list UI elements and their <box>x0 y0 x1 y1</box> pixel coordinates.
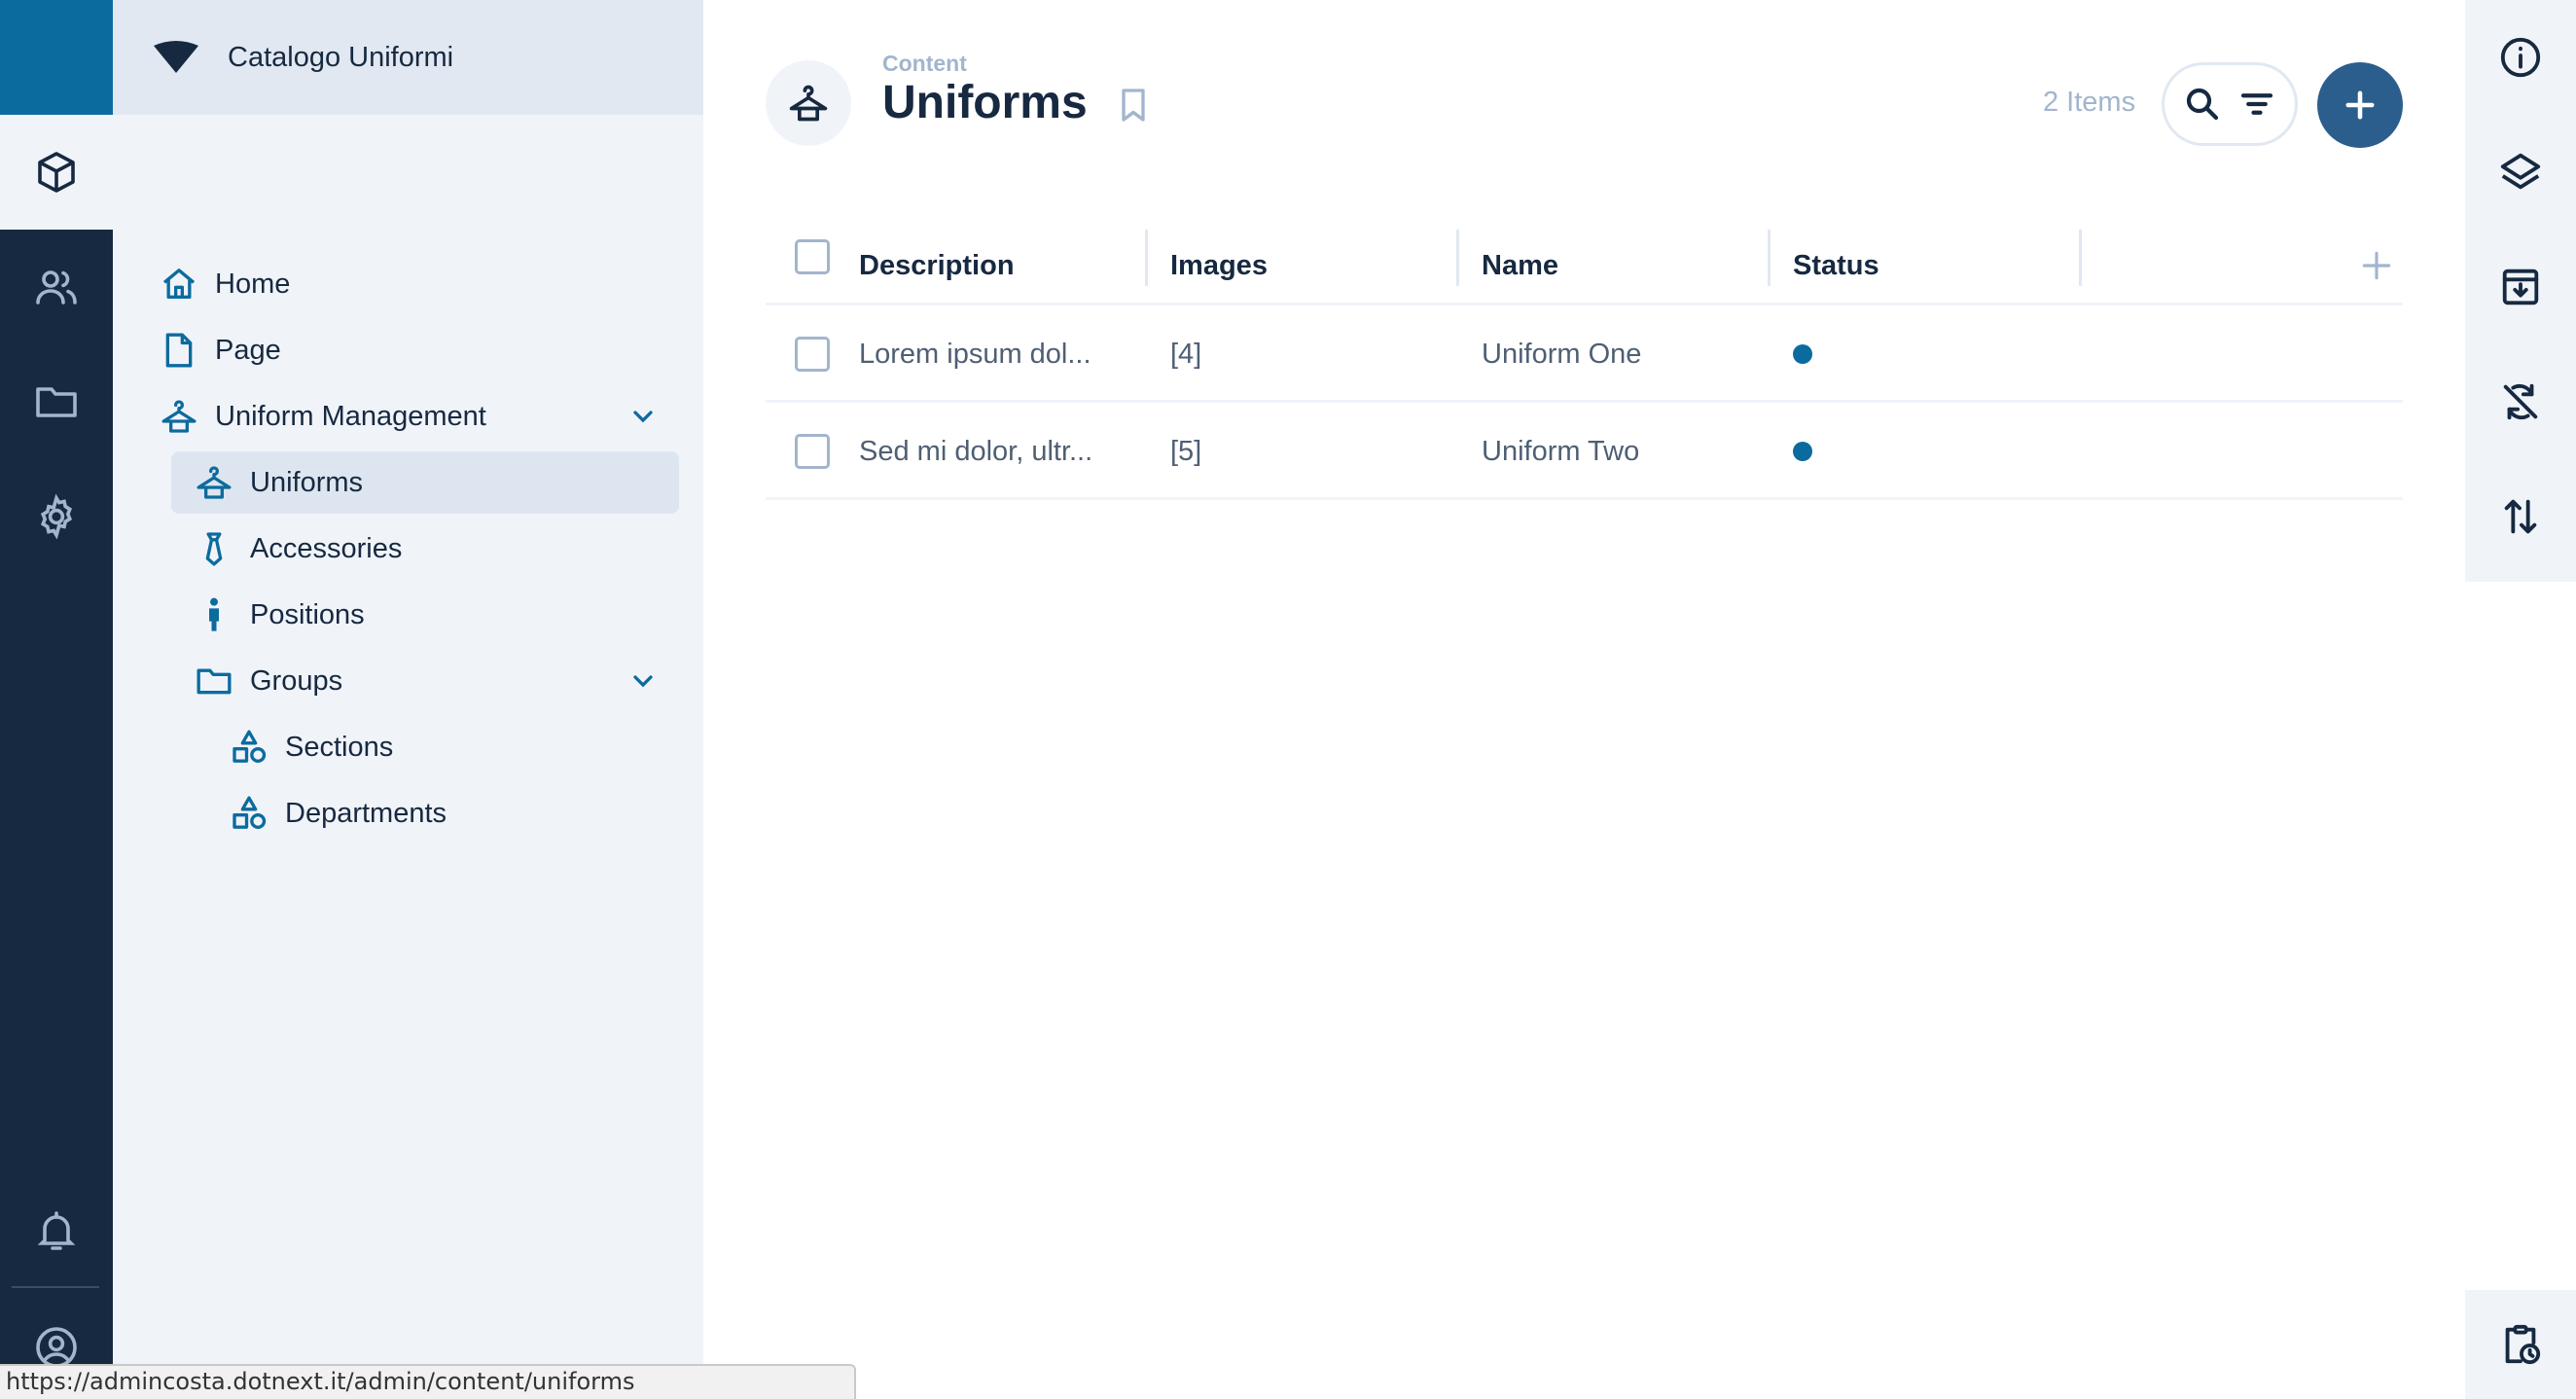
module-users-button[interactable] <box>0 230 113 344</box>
status-dot <box>1793 344 1812 364</box>
sidebar-bottom <box>2465 1290 2576 1399</box>
person-icon <box>209 597 219 631</box>
hanger-icon <box>197 466 232 499</box>
nav-item-uniform-management[interactable]: Uniform Management <box>158 385 688 448</box>
nav-item-label: Home <box>215 268 291 300</box>
folder-icon <box>197 668 232 695</box>
filter-icon[interactable] <box>2236 84 2277 125</box>
import-export-icon <box>2504 499 2537 534</box>
cell-description: Lorem ipsum dol... <box>859 338 1091 370</box>
table-header: Description Images Name Status <box>766 226 2403 305</box>
cell-images: [4] <box>1170 338 1202 370</box>
right-sidebar <box>2465 0 2576 1399</box>
create-item-button[interactable] <box>2317 62 2403 148</box>
nav-item-label: Groups <box>250 664 343 697</box>
folder-icon <box>36 387 77 417</box>
cell-name: Uniform Two <box>1482 435 1640 467</box>
nav-item-label: Uniform Management <box>215 400 486 432</box>
page-title: Uniforms <box>882 77 1088 128</box>
nav-item-page[interactable]: Page <box>158 319 688 381</box>
clipboard-clock-icon <box>2505 1324 2541 1365</box>
column-resize-handle[interactable] <box>1456 230 1459 286</box>
hanger-icon <box>789 85 828 122</box>
nav-item-label: Accessories <box>250 532 403 564</box>
column-resize-handle[interactable] <box>2079 230 2082 286</box>
nav-item-uniforms[interactable]: Uniforms <box>171 451 679 514</box>
sidebar-actions <box>2465 0 2576 582</box>
revisions-button[interactable] <box>2465 1290 2576 1399</box>
nav-item-sections[interactable]: Sections <box>228 716 688 778</box>
app-window: Catalogo Uniformi Home Page Uniform Mana… <box>0 0 2576 1399</box>
breadcrumb[interactable]: Content <box>882 51 967 77</box>
sync-disabled-button[interactable] <box>2465 344 2576 459</box>
nav-item-groups[interactable]: Groups <box>193 650 688 712</box>
nav-item-label: Page <box>215 334 281 366</box>
module-content-button[interactable] <box>0 115 113 230</box>
table-row[interactable]: Sed mi dolor, ultr... [5] Uniform Two <box>766 403 2403 500</box>
users-icon <box>36 270 77 305</box>
add-column-icon[interactable] <box>2358 247 2395 284</box>
chevron-down-icon[interactable] <box>627 665 659 697</box>
cell-images: [5] <box>1170 435 1202 467</box>
select-all-checkbox[interactable] <box>795 239 830 274</box>
navigation-panel: Catalogo Uniformi Home Page Uniform Mana… <box>113 0 703 1399</box>
items-table: Description Images Name Status Lorem ips… <box>766 226 2403 500</box>
notifications-button[interactable] <box>0 1173 113 1288</box>
page-icon <box>766 60 851 146</box>
layout-options-button[interactable] <box>2465 115 2576 230</box>
table-row[interactable]: Lorem ipsum dol... [4] Uniform One <box>766 305 2403 403</box>
nav-item-label: Sections <box>285 731 394 763</box>
bookmark-icon[interactable] <box>1114 86 1153 125</box>
tie-icon <box>205 532 223 566</box>
nav-item-departments[interactable]: Departments <box>228 782 688 844</box>
module-bar <box>0 0 113 1399</box>
gear-icon <box>40 493 73 540</box>
archive-button[interactable] <box>2465 230 2576 344</box>
sync-disabled-icon <box>2503 383 2538 420</box>
project-header[interactable]: Catalogo Uniformi <box>113 0 703 115</box>
module-divider <box>12 1286 99 1288</box>
info-icon <box>2500 37 2541 78</box>
nav-item-label: Positions <box>250 598 365 630</box>
shapes-icon <box>233 796 267 829</box>
status-dot <box>1793 442 1812 461</box>
cube-icon <box>38 152 75 193</box>
chevron-down-icon[interactable] <box>627 401 659 432</box>
column-resize-handle[interactable] <box>1768 230 1771 286</box>
shapes-icon <box>233 730 267 763</box>
module-settings-button[interactable] <box>0 459 113 574</box>
hanger-icon <box>161 400 197 433</box>
home-icon <box>162 269 196 299</box>
plus-icon <box>2345 90 2375 120</box>
project-logo-icon <box>154 41 198 73</box>
nav-item-home[interactable]: Home <box>158 253 688 315</box>
nav-item-accessories[interactable]: Accessories <box>193 518 688 580</box>
main-content: Content Uniforms 2 Items Description Ima… <box>703 0 2465 1399</box>
nav-item-positions[interactable]: Positions <box>193 584 688 646</box>
document-icon <box>165 333 193 368</box>
nav-item-label: Uniforms <box>250 466 364 498</box>
bell-icon <box>37 1211 76 1250</box>
cell-description: Sed mi dolor, ultr... <box>859 435 1093 467</box>
cell-name: Uniform One <box>1482 338 1642 370</box>
search-icon[interactable] <box>2182 84 2223 125</box>
search-filter-pill[interactable] <box>2162 62 2298 146</box>
module-files-button[interactable] <box>0 344 113 459</box>
project-name: Catalogo Uniformi <box>228 41 454 73</box>
status-url-bar: https://admincosta.dotnext.it/admin/cont… <box>0 1364 856 1399</box>
column-header-name[interactable]: Name <box>1482 226 1558 305</box>
item-count: 2 Items <box>2043 87 2136 118</box>
layers-icon <box>2500 153 2541 190</box>
nav-item-label: Departments <box>285 797 447 829</box>
column-header-status[interactable]: Status <box>1793 226 1879 305</box>
row-checkbox[interactable] <box>795 434 830 469</box>
import-export-button[interactable] <box>2465 459 2576 574</box>
column-resize-handle[interactable] <box>1145 230 1148 286</box>
column-header-description[interactable]: Description <box>859 226 1015 305</box>
info-button[interactable] <box>2465 0 2576 115</box>
column-header-images[interactable]: Images <box>1170 226 1268 305</box>
archive-download-icon <box>2502 269 2539 305</box>
app-logo[interactable] <box>0 0 113 115</box>
row-checkbox[interactable] <box>795 337 830 372</box>
